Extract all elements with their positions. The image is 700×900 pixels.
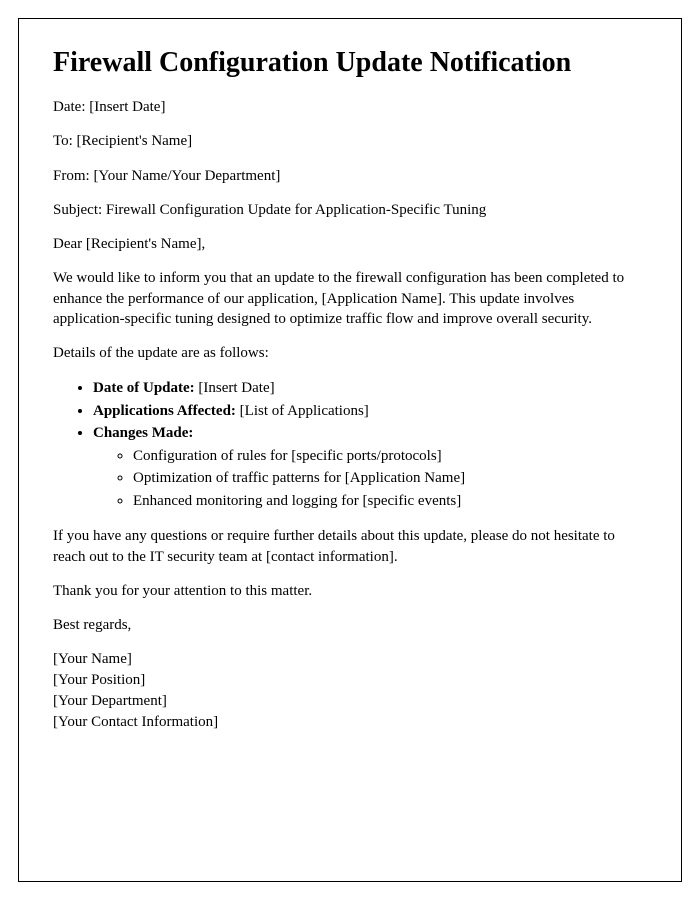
meta-subject: Subject: Firewall Configuration Update f… xyxy=(53,200,647,220)
date-value: [Insert Date] xyxy=(89,99,165,115)
change-item: Configuration of rules for [specific por… xyxy=(133,445,647,468)
detail-date-label: Date of Update: xyxy=(93,380,195,396)
signoff: Best regards, xyxy=(53,615,647,635)
details-lead: Details of the update are as follows: xyxy=(53,343,647,363)
meta-date: Date: [Insert Date] xyxy=(53,97,647,117)
subject-value: Firewall Configuration Update for Applic… xyxy=(106,202,486,218)
to-value: [Recipient's Name] xyxy=(77,133,193,149)
intro-paragraph: We would like to inform you that an upda… xyxy=(53,268,647,329)
from-value: [Your Name/Your Department] xyxy=(93,168,280,184)
signature-name: [Your Name] xyxy=(53,649,647,670)
from-label: From: xyxy=(53,168,93,184)
meta-from: From: [Your Name/Your Department] xyxy=(53,166,647,186)
signature-department: [Your Department] xyxy=(53,691,647,712)
closing-help: If you have any questions or require fur… xyxy=(53,526,647,567)
change-item: Enhanced monitoring and logging for [spe… xyxy=(133,490,647,513)
thanks: Thank you for your attention to this mat… xyxy=(53,581,647,601)
detail-apps-value: [List of Applications] xyxy=(236,403,369,419)
date-label: Date: xyxy=(53,99,89,115)
salutation: Dear [Recipient's Name], xyxy=(53,234,647,254)
meta-to: To: [Recipient's Name] xyxy=(53,131,647,151)
document-title: Firewall Configuration Update Notificati… xyxy=(53,47,647,79)
to-label: To: xyxy=(53,133,77,149)
document-frame: Firewall Configuration Update Notificati… xyxy=(18,18,682,882)
detail-apps-label: Applications Affected: xyxy=(93,403,236,419)
change-item: Optimization of traffic patterns for [Ap… xyxy=(133,467,647,490)
changes-sublist: Configuration of rules for [specific por… xyxy=(133,445,647,513)
detail-changes-label: Changes Made: xyxy=(93,425,193,441)
subject-label: Subject: xyxy=(53,202,106,218)
detail-changes: Changes Made: Configuration of rules for… xyxy=(93,422,647,512)
detail-date-value: [Insert Date] xyxy=(195,380,275,396)
details-list: Date of Update: [Insert Date] Applicatio… xyxy=(93,377,647,512)
detail-date: Date of Update: [Insert Date] xyxy=(93,377,647,400)
signature-block: [Your Name] [Your Position] [Your Depart… xyxy=(53,649,647,733)
signature-contact: [Your Contact Information] xyxy=(53,712,647,733)
signature-position: [Your Position] xyxy=(53,670,647,691)
detail-apps: Applications Affected: [List of Applicat… xyxy=(93,400,647,423)
